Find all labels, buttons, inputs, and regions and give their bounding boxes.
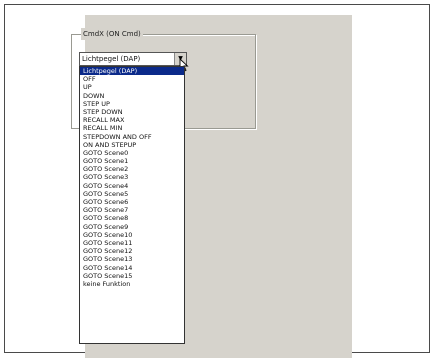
dropdown-option[interactable]: GOTO Scene11 xyxy=(80,239,184,247)
dropdown-option[interactable]: GOTO Scene10 xyxy=(80,231,184,239)
dropdown-option[interactable]: GOTO Scene1 xyxy=(80,157,184,165)
command-combobox[interactable]: Lichtpegel (DAP) ▼ xyxy=(79,52,187,66)
dropdown-option[interactable]: keine Funktion xyxy=(80,280,184,288)
dropdown-option[interactable]: GOTO Scene6 xyxy=(80,198,184,206)
command-dropdown-list[interactable]: Lichtpegel (DAP) OFF UP DOWN STEP UP STEP DOW… xyxy=(79,66,185,344)
dropdown-option[interactable]: GOTO Scene14 xyxy=(80,264,184,272)
dropdown-option[interactable]: GOTO Scene7 xyxy=(80,206,184,214)
dropdown-option[interactable]: ON AND STEPUP xyxy=(80,141,184,149)
dropdown-option[interactable]: GOTO Scene0 xyxy=(80,149,184,157)
dropdown-option[interactable]: GOTO Scene15 xyxy=(80,272,184,280)
dropdown-option[interactable]: RECALL MIN xyxy=(80,124,184,132)
dropdown-option[interactable]: STEPDOWN AND OFF xyxy=(80,133,184,141)
dropdown-option[interactable]: OFF xyxy=(80,75,184,83)
dropdown-option[interactable]: GOTO Scene12 xyxy=(80,247,184,255)
dropdown-option[interactable]: Lichtpegel (DAP) xyxy=(80,67,184,76)
dropdown-option[interactable]: STEP UP xyxy=(80,100,184,108)
dropdown-option[interactable]: DOWN xyxy=(80,92,184,100)
combo-selected-value: Lichtpegel (DAP) xyxy=(82,55,141,63)
groupbox-label: CmdX (ON Cmd) xyxy=(81,28,143,40)
dropdown-option[interactable]: RECALL MAX xyxy=(80,116,184,124)
dropdown-option[interactable]: GOTO Scene2 xyxy=(80,165,184,173)
dropdown-option[interactable]: GOTO Scene9 xyxy=(80,223,184,231)
dropdown-option[interactable]: GOTO Scene4 xyxy=(80,182,184,190)
dropdown-option[interactable]: STEP DOWN xyxy=(80,108,184,116)
dropdown-option[interactable]: GOTO Scene13 xyxy=(80,255,184,263)
dropdown-option[interactable]: GOTO Scene3 xyxy=(80,173,184,181)
dropdown-option[interactable]: GOTO Scene8 xyxy=(80,214,184,222)
dropdown-option[interactable]: UP xyxy=(80,83,184,91)
dropdown-option[interactable]: GOTO Scene5 xyxy=(80,190,184,198)
